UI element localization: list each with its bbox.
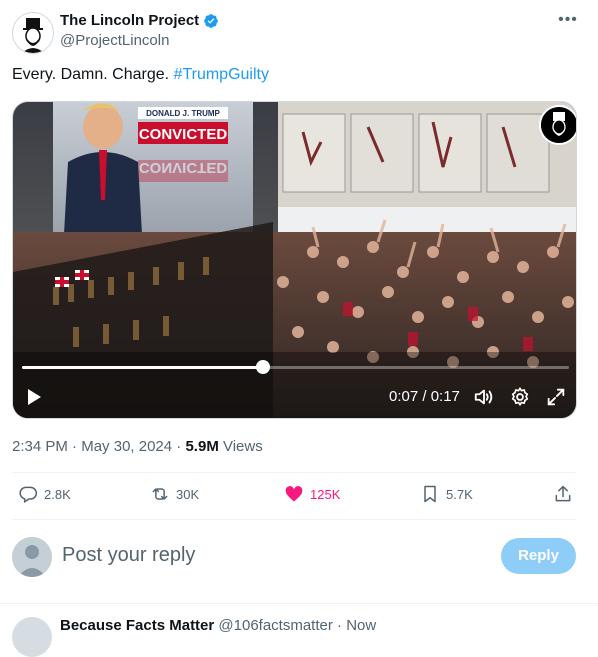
author-name-text[interactable]: The Lincoln Project [60, 12, 199, 29]
repost-icon [152, 488, 168, 500]
tweet-body: Every. Damn. Charge. [12, 66, 170, 83]
reply-icon [19, 486, 38, 503]
user-avatar[interactable] [12, 537, 52, 577]
verified-badge-icon [204, 13, 219, 28]
divider [12, 472, 576, 473]
tweet-time[interactable]: 2:34 PM [12, 438, 68, 455]
reply-time: · Now [337, 617, 377, 634]
fullscreen-icon [547, 388, 565, 406]
views-count[interactable]: 5.9M [185, 438, 218, 455]
lincoln-logo-icon [539, 105, 576, 145]
author-avatar[interactable] [12, 12, 54, 54]
video-time-display: 0:07 / 0:17 [389, 388, 460, 405]
video-progress-fill [22, 366, 263, 369]
divider [0, 603, 598, 604]
video-frame: DONALD J. TRUMP CONVICTED CONVICTED [13, 102, 576, 418]
volume-icon [474, 389, 493, 405]
reply-action[interactable]: 2.8K [18, 484, 71, 504]
reply-input[interactable]: Post your reply [62, 544, 482, 567]
meta-separator: · [67, 438, 82, 455]
next-reply-header: Because Facts Matter @106factsmatter · N… [60, 617, 376, 634]
video-progress-bar[interactable] [22, 360, 569, 374]
hashtag-link[interactable]: #TrumpGuilty [174, 66, 269, 83]
reply-button[interactable]: Reply [501, 538, 576, 574]
author-handle[interactable]: @ProjectLincoln [60, 32, 169, 49]
reply-count: 2.8K [44, 486, 71, 502]
share-icon [555, 485, 571, 502]
repost-count: 30K [176, 486, 200, 502]
fullscreen-button[interactable] [545, 386, 567, 413]
bookmark-action[interactable]: 5.7K [420, 484, 473, 504]
reply-author-avatar[interactable] [12, 617, 52, 657]
banner-main-text: CONVICTED [139, 126, 228, 143]
repost-action[interactable]: 30K [150, 484, 199, 504]
default-avatar-icon [12, 537, 52, 577]
play-button[interactable] [25, 388, 43, 411]
settings-icon [511, 387, 529, 406]
volume-button[interactable] [473, 386, 495, 413]
views-label: Views [218, 438, 263, 455]
divider [12, 519, 576, 520]
lincoln-portrait-icon [13, 13, 53, 53]
bookmark-icon [424, 485, 436, 503]
reply-author-handle[interactable]: @106factsmatter [218, 617, 332, 634]
banner-top-text: DONALD J. TRUMP [146, 109, 220, 118]
share-action[interactable] [553, 484, 573, 504]
tweet-date[interactable]: May 30, 2024 [81, 438, 172, 455]
tweet-text: Every. Damn. Charge. #TrumpGuilty [12, 66, 269, 84]
author-name[interactable]: The Lincoln Project [60, 12, 219, 29]
bookmark-count: 5.7K [446, 486, 473, 502]
play-icon [28, 389, 41, 405]
video-player[interactable]: DONALD J. TRUMP CONVICTED CONVICTED 0:07… [12, 101, 577, 419]
tweet-meta: 2:34 PM · May 30, 2024 · 5.9M Views [12, 438, 263, 455]
meta-separator-2: · [172, 438, 186, 455]
banner-reflection-text: CONVICTED [139, 159, 228, 176]
video-scrubber-handle[interactable] [255, 360, 270, 374]
like-count: 125K [310, 486, 341, 502]
like-action[interactable]: 125K [284, 484, 340, 504]
heart-filled-icon [285, 486, 303, 502]
more-options-button[interactable]: ••• [556, 12, 580, 32]
settings-button[interactable] [509, 386, 531, 413]
reply-author-name[interactable]: Because Facts Matter [60, 617, 214, 634]
